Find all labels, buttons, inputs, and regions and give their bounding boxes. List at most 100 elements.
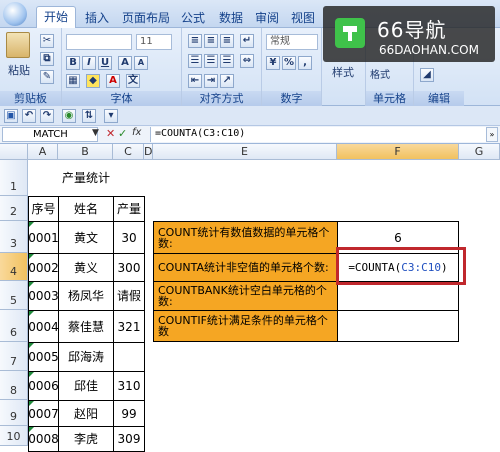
tab-page-layout[interactable]: 页面布局 [118,8,174,28]
header-cell-output[interactable]: 产量 [113,196,145,222]
index-cell[interactable]: 0002 [28,253,59,282]
stat-value-countif[interactable] [337,310,459,342]
clear-icon[interactable]: ◢ [420,68,434,82]
output-cell[interactable]: 99 [113,400,145,427]
format-painter-icon[interactable]: ✎ [40,70,54,84]
cancel-icon[interactable]: ✕ [106,127,115,140]
output-cell[interactable]: 请假 [113,281,145,311]
column-header-c[interactable]: C [113,144,144,160]
save-icon[interactable]: ▣ [4,109,18,123]
row-header-7[interactable]: 7 [0,342,28,371]
stat-label-countblank[interactable]: COUNTBANK统计空白单元格的个数: [153,281,338,311]
row-header-6[interactable]: 6 [0,310,28,342]
index-cell[interactable]: 0001 [28,221,59,254]
phonetic-icon[interactable]: 文 [126,74,140,88]
stat-value-countblank[interactable] [337,281,459,311]
output-cell[interactable] [113,342,145,372]
select-all-corner[interactable] [0,144,28,160]
index-cell[interactable]: 0005 [28,342,59,372]
column-header-b[interactable]: B [58,144,113,160]
name-box[interactable]: MATCH [2,127,98,142]
italic-icon[interactable]: I [82,56,96,70]
increase-indent-icon[interactable]: ⇥ [204,74,218,88]
shrink-font-icon[interactable]: A [134,56,148,70]
stat-label-count[interactable]: COUNT统计有数值数据的单元格个数: [153,221,338,254]
column-header-f[interactable]: F [337,144,459,160]
index-cell[interactable]: 0006 [28,371,59,401]
tab-insert[interactable]: 插入 [80,8,114,28]
fill-color-icon[interactable]: ◆ [86,74,100,88]
sort-icon[interactable]: ⇅ [82,109,96,123]
align-middle-icon[interactable]: ≡ [204,34,218,48]
row-header-1[interactable]: 1 [0,160,28,196]
name-cell[interactable]: 李虎 [58,426,114,452]
font-size-select[interactable]: 11 [136,34,172,50]
output-cell[interactable]: 300 [113,253,145,282]
row-header-3[interactable]: 3 [0,221,28,253]
index-cell[interactable]: 0004 [28,310,59,343]
index-cell[interactable]: 0008 [28,426,59,452]
orientation-icon[interactable]: ↗ [220,74,234,88]
output-cell[interactable]: 309 [113,426,145,452]
font-name-select[interactable] [66,34,132,50]
undo-icon[interactable]: ↶ [22,109,36,123]
underline-icon[interactable]: U [98,56,112,70]
align-right-icon[interactable]: ☰ [220,54,234,68]
enter-icon[interactable]: ✓ [118,127,127,140]
copy-icon[interactable]: ⧉ [40,52,54,66]
row-header-10[interactable]: 10 [0,426,28,446]
name-cell[interactable]: 邱佳 [58,371,114,401]
align-left-icon[interactable]: ☰ [188,54,202,68]
wrap-text-icon[interactable]: ↵ [240,34,254,48]
sheet-title[interactable]: 产量统计 [28,160,144,196]
number-format-select[interactable]: 常规 [266,34,318,50]
column-header-g[interactable]: G [459,144,500,160]
align-center-icon[interactable]: ☰ [204,54,218,68]
percent-icon[interactable]: % [282,56,296,70]
row-header-8[interactable]: 8 [0,371,28,400]
align-top-icon[interactable]: ≡ [188,34,202,48]
format-button-label[interactable]: 格式 [370,66,390,81]
stat-label-countif[interactable]: COUNTIF统计满足条件的单元格个数 [153,310,338,342]
tab-home[interactable]: 开始 [36,6,76,29]
preview-icon[interactable]: ◉ [62,109,76,123]
name-cell[interactable]: 赵阳 [58,400,114,427]
insert-function-icon[interactable]: fx [132,127,141,138]
output-cell[interactable]: 30 [113,221,145,254]
name-cell[interactable]: 蔡佳慧 [58,310,114,343]
column-header-a[interactable]: A [28,144,58,160]
bold-icon[interactable]: B [66,56,80,70]
name-cell[interactable]: 黄义 [58,253,114,282]
redo-icon[interactable]: ↷ [40,109,54,123]
merge-center-icon[interactable]: ⇔ [240,54,254,68]
tab-data[interactable]: 数据 [214,8,248,28]
output-cell[interactable]: 321 [113,310,145,343]
name-cell[interactable]: 邱海涛 [58,342,114,372]
qat-customize-icon[interactable]: ▾ [104,109,118,123]
name-box-dropdown-icon[interactable]: ▼ [92,128,99,138]
column-header-e[interactable]: E [153,144,337,160]
stat-label-counta[interactable]: COUNTA统计非空值的单元格个数: [153,253,338,282]
office-button[interactable] [3,2,27,26]
row-header-9[interactable]: 9 [0,400,28,426]
column-header-d[interactable]: D [144,144,153,160]
expand-formula-bar-icon[interactable]: » [486,127,498,142]
index-cell[interactable]: 0007 [28,400,59,427]
styles-button-label[interactable]: 样式 [332,64,354,80]
output-cell[interactable]: 310 [113,371,145,401]
cut-icon[interactable]: ✂ [40,34,54,48]
currency-icon[interactable]: ¥ [266,56,280,70]
align-bottom-icon[interactable]: ≡ [220,34,234,48]
tab-formulas[interactable]: 公式 [176,8,210,28]
paste-icon[interactable] [6,32,30,58]
tab-review[interactable]: 审阅 [252,8,282,28]
name-cell[interactable]: 杨凤华 [58,281,114,311]
comma-style-icon[interactable]: , [298,56,312,70]
font-color-icon[interactable]: A [106,74,120,88]
tab-view[interactable]: 视图 [288,8,318,28]
index-cell[interactable]: 0003 [28,281,59,311]
row-header-4[interactable]: 4 [0,253,28,281]
formula-input[interactable]: =COUNTA(C3:C10) [150,127,486,142]
grow-font-icon[interactable]: A [118,56,132,70]
row-header-5[interactable]: 5 [0,281,28,310]
